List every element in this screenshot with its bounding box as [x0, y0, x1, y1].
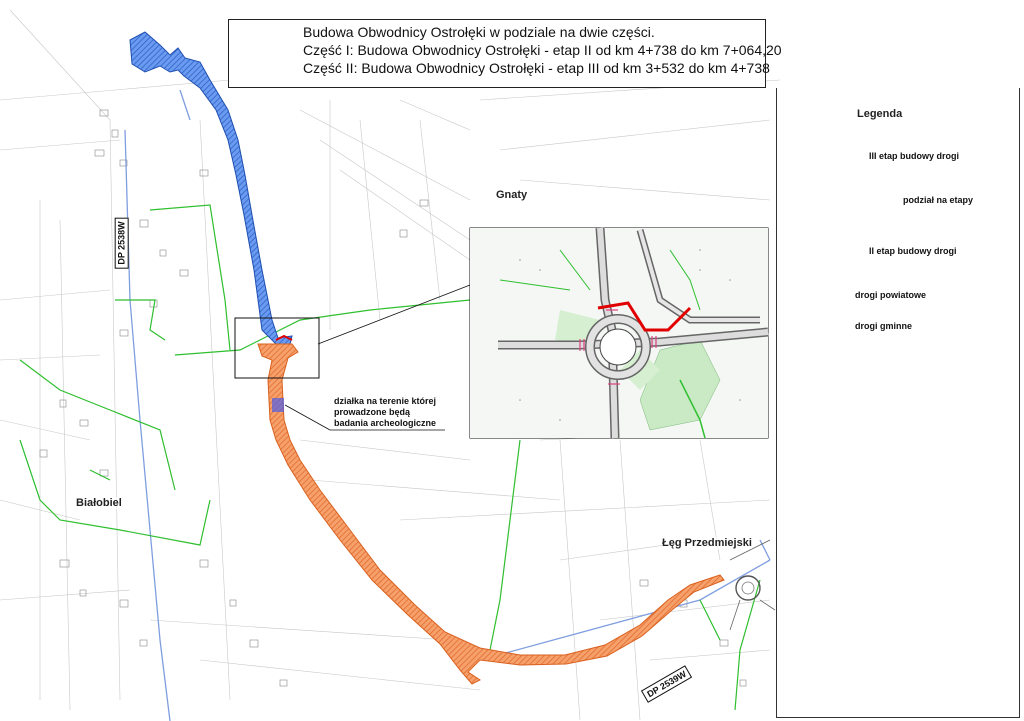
place-label-bialobiel: Białobiel	[76, 497, 122, 509]
legend-label-municipal-roads: drogi gminne	[855, 321, 912, 331]
annotation-line-2: prowadzone będą	[334, 407, 411, 417]
annotation-line-3: badania archeologiczne	[334, 418, 437, 428]
legend-label-stage-ii: II etap budowy drogi	[869, 246, 957, 256]
archaeological-plot	[272, 398, 284, 412]
legend-label-division: podział na etapy	[903, 195, 974, 205]
east-roundabout	[729, 539, 776, 631]
inset-map	[469, 227, 769, 439]
road-sign-dp2538: DP 2538W	[114, 217, 129, 269]
annotation-line-1: działka na terenie której	[334, 396, 437, 406]
legend-title: Legenda	[857, 108, 903, 120]
title-line-1: Budowa Obwodnicy Ostrołęki w podziale na…	[303, 24, 655, 40]
legend-label-stage-iii: III etap budowy drogi	[869, 151, 959, 161]
archaeology-annotation: działka na terenie której prowadzone będ…	[334, 396, 436, 429]
title-box: Budowa Obwodnicy Ostrołęki w podziale na…	[228, 19, 782, 88]
legend-label-county-roads: drogi powiatowe	[855, 290, 926, 300]
legend-panel: Legenda III etap budowy drogi podział na…	[776, 88, 1020, 718]
title-line-2: Część I: Budowa Obwodnicy Ostrołęki - et…	[303, 42, 782, 58]
place-label-leg: Łęg Przedmiejski	[662, 537, 752, 549]
title-line-3: Część II: Budowa Obwodnicy Ostrołęki - e…	[303, 60, 770, 76]
place-label-gnaty: Gnaty	[496, 189, 528, 201]
